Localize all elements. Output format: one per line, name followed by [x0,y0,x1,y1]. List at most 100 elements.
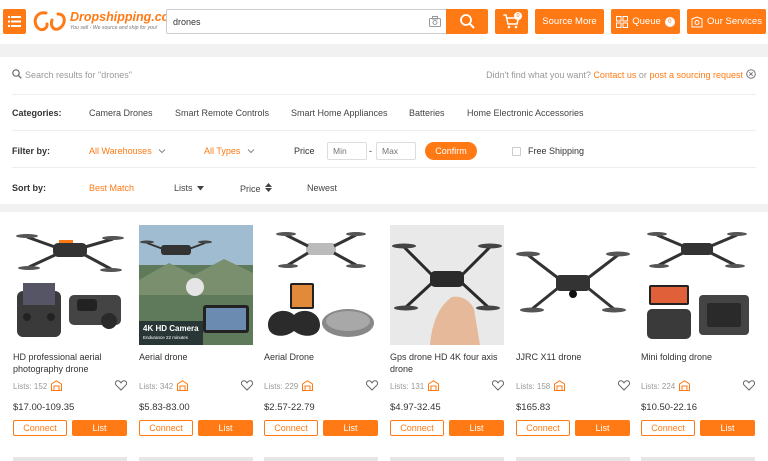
source-more-button[interactable]: Source More [535,9,604,34]
list-button[interactable]: List [198,420,253,436]
product-image[interactable] [516,225,630,345]
close-circle-icon[interactable] [746,69,756,79]
product-lists-count: Lists: 224 [641,382,676,391]
contact-us-link[interactable]: Contact us [593,70,636,80]
list-button[interactable]: List [72,420,127,436]
connect-button[interactable]: Connect [264,420,318,436]
chevron-down-icon [247,149,255,154]
sort-newest[interactable]: Newest [307,183,337,193]
services-icon [691,15,703,27]
not-found-text: Didn't find what you want? [486,70,591,80]
filter-by-label: Filter by: [12,146,51,156]
category-smart-home-appliances[interactable]: Smart Home Appliances [291,108,388,118]
product-image[interactable] [13,225,127,345]
price-confirm-button[interactable]: Confirm [425,142,477,160]
product-title[interactable]: Mini folding drone [641,351,755,363]
logo-name: Dropshipping.com [70,10,181,24]
source-more-label: Source More [542,16,597,27]
price-max-input[interactable] [376,142,416,160]
heart-icon[interactable] [115,380,127,391]
heart-icon[interactable] [241,380,253,391]
product-card[interactable]: Gps drone HD 4K four axis drone Lists: 1… [390,225,504,445]
heart-icon[interactable] [743,380,755,391]
site-logo[interactable]: Dropshipping.com You sell - We source an… [32,8,180,36]
product-card[interactable]: 4K HD Camera Endurance 22 minutes Aerial… [139,225,253,445]
category-smart-remote-controls[interactable]: Smart Remote Controls [175,108,269,118]
price-min-input[interactable] [327,142,367,160]
sort-price-label: Price [240,184,261,194]
connect-button[interactable]: Connect [390,420,444,436]
product-card[interactable]: HD professional aerial photography drone… [13,225,127,445]
connect-button[interactable]: Connect [139,420,193,436]
sort-lists[interactable]: Lists [174,183,205,193]
our-services-button[interactable]: Our Services [687,9,766,34]
price-label: Price [294,146,315,156]
list-button[interactable]: List [700,420,755,436]
list-button[interactable]: List [575,420,630,436]
category-home-electronic-accessories[interactable]: Home Electronic Accessories [467,108,584,118]
cart-button[interactable]: 0 [495,9,528,34]
product-card[interactable]: Mini folding drone Lists: 224 $10.50-22.… [641,225,755,445]
top-header: Dropshipping.com You sell - We source an… [0,0,768,44]
divider [12,130,756,131]
list-button[interactable]: List [323,420,378,436]
heart-icon[interactable] [366,380,378,391]
product-title[interactable]: JJRC X11 drone [516,351,630,363]
search-icon [459,14,475,29]
heart-icon[interactable] [492,380,504,391]
product-title[interactable]: HD professional aerial photography drone [13,351,127,375]
product-lists-count: Lists: 158 [516,382,551,391]
connect-button[interactable]: Connect [641,420,695,436]
product-card[interactable]: JJRC X11 drone Lists: 158 $165.83 Connec… [516,225,630,445]
next-row-card-edge [13,457,127,461]
queue-button[interactable]: Queue 0 [611,9,680,34]
warehouse-icon [679,380,690,391]
product-card[interactable]: Aerial Drone Lists: 229 $2.57-22.79 Conn… [264,225,378,445]
next-row-card-edge [516,457,630,461]
menu-icon [8,16,21,27]
product-price: $2.57-22.79 [264,402,315,413]
category-batteries[interactable]: Batteries [409,108,445,118]
warehouse-icon [554,380,565,391]
product-title[interactable]: Gps drone HD 4K four axis drone [390,351,504,375]
free-shipping-checkbox[interactable] [512,147,521,156]
product-price: $10.50-22.16 [641,402,697,413]
post-sourcing-request-link[interactable]: post a sourcing request [649,70,743,80]
product-image[interactable] [390,225,504,345]
product-price: $5.83-83.00 [139,402,190,413]
connect-button[interactable]: Connect [516,420,570,436]
logo-tagline: You sell - We source and ship for you! [70,25,158,31]
warehouse-icon [302,380,313,391]
warehouse-icon [51,380,62,391]
product-image[interactable] [264,225,378,345]
product-price: $4.97-32.45 [390,402,441,413]
results-search-field[interactable]: Search results for "drones" [25,70,132,80]
next-row-card-edge [641,457,755,461]
search-button[interactable] [446,9,488,34]
our-services-label: Our Services [707,16,762,27]
sort-price[interactable]: Price [240,183,273,194]
search-results-icon [12,69,22,79]
search-input[interactable] [173,15,423,29]
list-button[interactable]: List [449,420,504,436]
category-camera-drones[interactable]: Camera Drones [89,108,153,118]
connect-button[interactable]: Connect [13,420,67,436]
or-text: or [638,70,647,80]
next-row-card-edge [264,457,378,461]
chevron-down-icon [158,149,166,154]
warehouse-dropdown[interactable]: All Warehouses [89,146,166,156]
menu-button[interactable] [3,9,26,34]
product-title[interactable]: Aerial Drone [264,351,378,363]
product-image[interactable]: 4K HD Camera Endurance 22 minutes [139,225,253,345]
search-box [166,9,446,34]
cart-count-badge: 0 [514,12,522,20]
heart-icon[interactable] [618,380,630,391]
product-title[interactable]: Aerial drone [139,351,253,363]
camera-icon[interactable] [429,16,441,27]
product-image[interactable] [641,225,755,345]
queue-count-badge: 0 [664,16,675,27]
categories-label: Categories: [12,108,62,118]
types-dropdown[interactable]: All Types [204,146,255,156]
divider [12,94,756,95]
sort-best-match[interactable]: Best Match [89,183,134,193]
